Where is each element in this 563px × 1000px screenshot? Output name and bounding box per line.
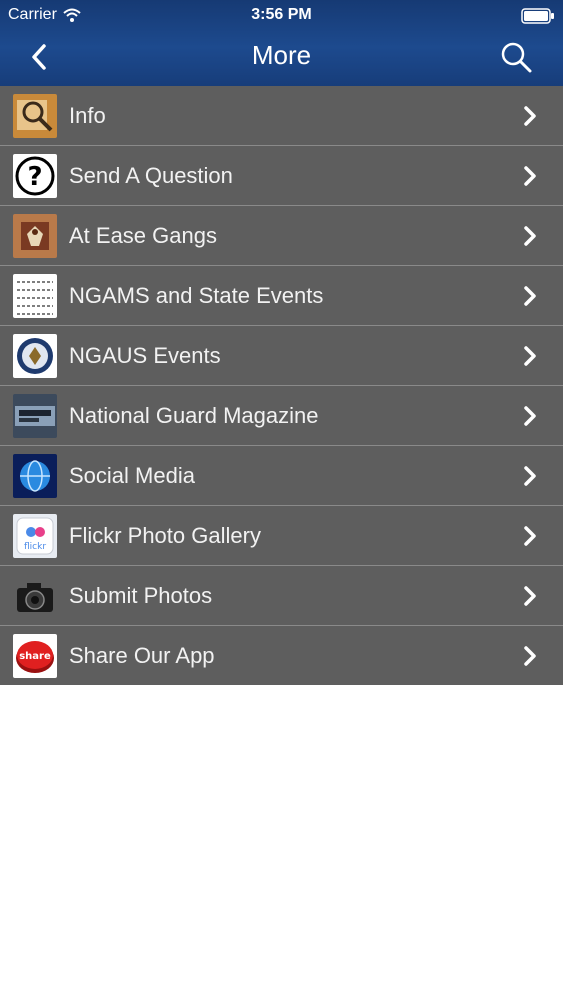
status-bar: Carrier 3:56 PM (0, 0, 563, 30)
menu-item-label: NGAUS Events (69, 342, 221, 368)
menu-item-label: Social Media (69, 462, 195, 488)
menu-item-label: At Ease Gangs (69, 222, 217, 248)
magnifier-document-thumb (13, 93, 57, 138)
share-button-thumb: share (13, 633, 57, 678)
search-button[interactable] (499, 40, 533, 74)
menu-item-ngams-state-events[interactable]: NGAMS and State Events (0, 266, 563, 326)
search-icon (501, 42, 532, 73)
svg-text:?: ? (27, 162, 42, 192)
chevron-right-icon (524, 405, 536, 426)
menu-item-label: Info (69, 102, 106, 128)
page-title: More (251, 40, 312, 70)
menu-item-ngaus-events[interactable]: NGAUS Events (0, 326, 563, 386)
menu-item-send-a-question[interactable]: ? Send A Question (0, 146, 563, 206)
menu-item-flickr-photo-gallery[interactable]: flickr Flickr Photo Gallery (0, 506, 563, 566)
chevron-right-icon (524, 645, 536, 666)
flickr-thumb-text: flickr (24, 542, 46, 552)
more-menu-list: Info ? Send A Question At Ease Gangs NGA… (0, 86, 563, 685)
menu-item-label: Submit Photos (69, 582, 213, 608)
chevron-right-icon (524, 285, 536, 306)
menu-item-at-ease-gangs[interactable]: At Ease Gangs (0, 206, 563, 266)
chevron-right-icon (524, 105, 536, 126)
status-time: 3:56 PM (251, 6, 312, 23)
events-list-thumb (13, 273, 57, 318)
ngaus-seal-thumb (13, 333, 57, 378)
camera-thumb (13, 573, 57, 618)
globe-thumb (13, 453, 57, 498)
chevron-right-icon (524, 165, 536, 186)
menu-item-label: Flickr Photo Gallery (69, 522, 261, 548)
magazine-thumb (13, 393, 57, 438)
nav-bar: More (0, 30, 563, 86)
question-mark-thumb: ? (13, 153, 57, 198)
menu-item-social-media[interactable]: Social Media (0, 446, 563, 506)
menu-item-submit-photos[interactable]: Submit Photos (0, 566, 563, 626)
menu-item-label: National Guard Magazine (69, 402, 319, 428)
chevron-right-icon (524, 225, 536, 246)
menu-item-national-guard-magazine[interactable]: National Guard Magazine (0, 386, 563, 446)
menu-item-info[interactable]: Info (0, 86, 563, 146)
battery-icon (521, 8, 555, 29)
menu-item-label: Send A Question (69, 162, 233, 188)
chevron-right-icon (524, 465, 536, 486)
chevron-right-icon (524, 525, 536, 546)
share-thumb-text: share (19, 651, 51, 662)
menu-item-label: NGAMS and State Events (69, 282, 324, 308)
flickr-thumb: flickr (13, 513, 57, 558)
chevron-right-icon (524, 585, 536, 606)
eagle-emblem-thumb (13, 213, 57, 258)
chevron-right-icon (524, 345, 536, 366)
app-header: Carrier 3:56 PM More (0, 0, 563, 86)
menu-item-label: Share Our App (69, 642, 215, 668)
menu-item-share-our-app[interactable]: share Share Our App (0, 626, 563, 685)
